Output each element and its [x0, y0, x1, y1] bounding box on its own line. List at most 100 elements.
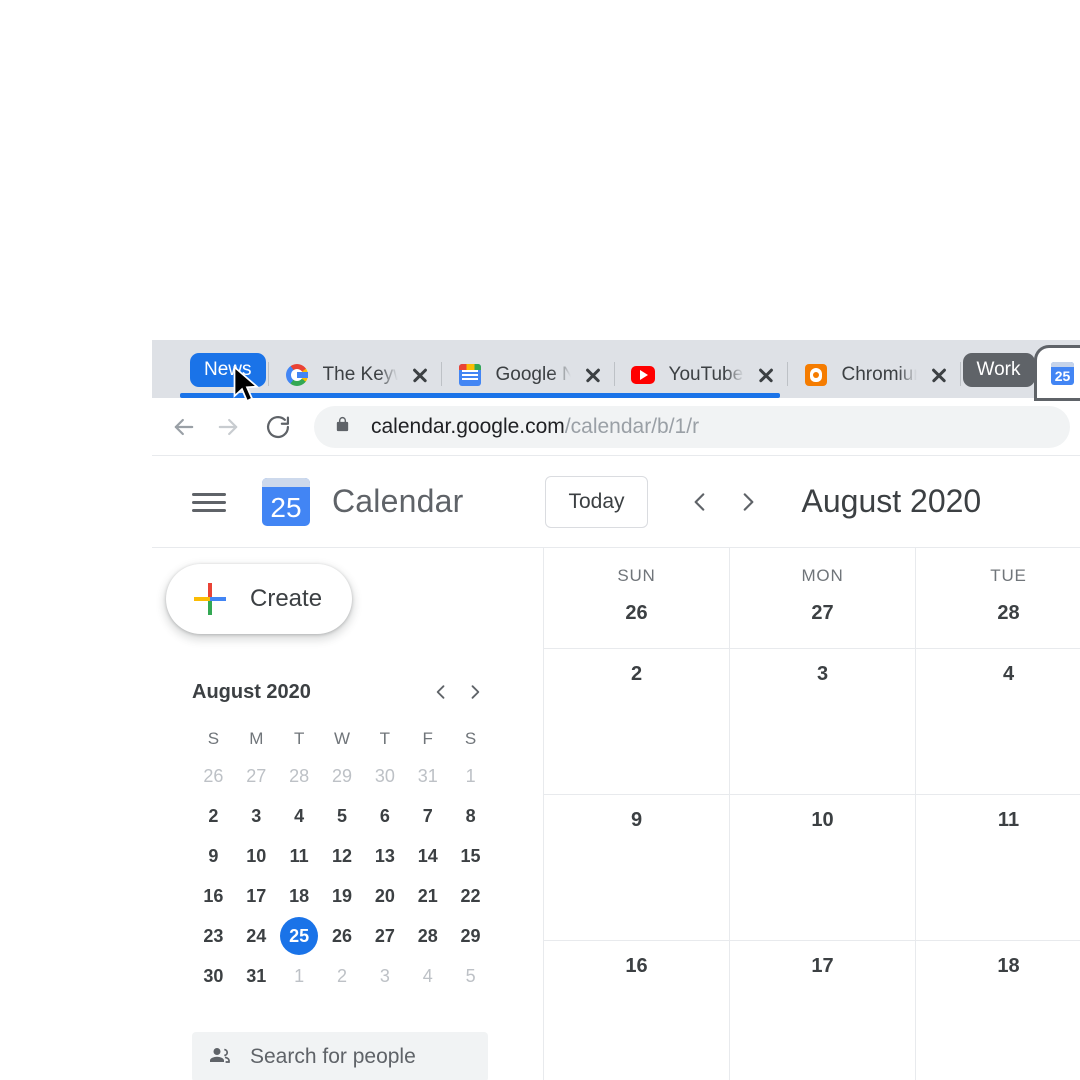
mini-calendar-day[interactable]: 5 — [449, 958, 492, 994]
mini-calendar-day[interactable]: 28 — [406, 918, 449, 954]
search-for-people-input[interactable]: Search for people — [192, 1032, 488, 1080]
google-calendar-logo[interactable]: 25 — [262, 477, 310, 526]
mini-calendar-day[interactable]: 30 — [363, 758, 406, 794]
mini-calendar-day[interactable]: 29 — [449, 918, 492, 954]
mini-calendar-day[interactable]: 23 — [192, 918, 235, 954]
month-grid-day-number[interactable]: 18 — [997, 955, 1019, 1080]
month-grid-dow-label: MON — [801, 566, 844, 585]
mini-calendar-day[interactable]: 2 — [192, 798, 235, 834]
month-grid-day-number[interactable]: 4 — [1003, 663, 1014, 794]
mini-calendar-dow: T — [293, 729, 305, 748]
mini-calendar-day[interactable]: 22 — [449, 878, 492, 914]
mini-next-month-button[interactable] — [458, 675, 492, 709]
mini-calendar-day[interactable]: 14 — [406, 838, 449, 874]
tab-google-news[interactable]: Google News — [444, 352, 612, 398]
month-grid-cell[interactable]: 2 — [544, 648, 729, 794]
month-grid-column: SUN 26 2 9 16 — [544, 548, 730, 1080]
mini-calendar-day[interactable]: 19 — [321, 878, 364, 914]
mini-calendar-day[interactable]: 1 — [449, 758, 492, 794]
month-grid-cell[interactable]: 18 — [916, 940, 1080, 1080]
mini-calendar-day[interactable]: 21 — [406, 878, 449, 914]
tab-separator — [613, 362, 615, 386]
mini-calendar-day[interactable]: 3 — [235, 798, 278, 834]
close-icon[interactable] — [407, 362, 433, 388]
back-arrow-icon[interactable] — [162, 405, 206, 449]
month-grid-cell[interactable]: 4 — [916, 648, 1080, 794]
month-grid-day-number[interactable]: 9 — [631, 809, 642, 940]
create-button-label: Create — [250, 585, 323, 612]
mini-calendar-day[interactable]: 12 — [321, 838, 364, 874]
close-icon[interactable] — [580, 362, 606, 388]
today-button-label: Today — [568, 489, 625, 513]
month-grid-day-number[interactable]: 26 — [625, 602, 647, 625]
mini-calendar-day-selected[interactable]: 25 — [278, 917, 321, 955]
tab-youtube[interactable]: YouTube — [617, 352, 785, 398]
mini-calendar-day[interactable]: 28 — [278, 758, 321, 794]
mini-calendar-day[interactable]: 24 — [235, 918, 278, 954]
mini-calendar-day[interactable]: 27 — [363, 918, 406, 954]
mini-calendar-day[interactable]: 27 — [235, 758, 278, 794]
mini-calendar-day[interactable]: 7 — [406, 798, 449, 834]
mini-calendar-dow: T — [379, 729, 391, 748]
tab-chromium-blog[interactable]: Chromium Blog — [790, 352, 958, 398]
tab-separator — [959, 362, 961, 386]
month-grid-day-number[interactable]: 10 — [811, 809, 833, 940]
month-grid-cell[interactable]: 17 — [730, 940, 915, 1080]
month-grid-cell[interactable]: 10 — [730, 794, 915, 940]
mini-calendar-day[interactable]: 29 — [321, 758, 364, 794]
month-grid-day-number[interactable]: 11 — [998, 809, 1019, 940]
reload-icon[interactable] — [256, 405, 300, 449]
google-news-icon — [458, 363, 482, 387]
mini-prev-month-button[interactable] — [424, 675, 458, 709]
month-grid-cell[interactable]: 16 — [544, 940, 729, 1080]
mini-calendar-day[interactable]: 2 — [321, 958, 364, 994]
create-button[interactable]: Create — [166, 564, 352, 634]
tab-group-work[interactable]: Work — [962, 353, 1035, 387]
mini-calendar-day[interactable]: 18 — [278, 878, 321, 914]
mini-calendar-day[interactable]: 1 — [278, 958, 321, 994]
mini-calendar-day[interactable]: 26 — [321, 918, 364, 954]
mouse-pointer-icon — [232, 365, 262, 411]
month-grid-day-number[interactable]: 17 — [811, 955, 833, 1080]
mini-calendar-day[interactable]: 31 — [406, 758, 449, 794]
month-grid-day-number[interactable]: 16 — [625, 955, 647, 1080]
month-grid-dow-label: SUN — [617, 566, 656, 585]
mini-calendar-day[interactable]: 15 — [449, 838, 492, 874]
address-bar[interactable]: calendar.google.com/calendar/b/1/r — [314, 405, 1070, 448]
mini-calendar-day[interactable]: 4 — [406, 958, 449, 994]
month-grid-cell[interactable]: 9 — [544, 794, 729, 940]
close-icon[interactable] — [926, 362, 952, 388]
forward-arrow-icon[interactable] — [206, 405, 250, 449]
previous-month-button[interactable] — [676, 478, 724, 526]
mini-calendar-day[interactable]: 20 — [363, 878, 406, 914]
mini-calendar-day[interactable]: 11 — [278, 838, 321, 874]
url-path: /calendar/b/1/r — [564, 414, 700, 438]
month-grid-day-number[interactable]: 27 — [811, 602, 833, 625]
month-grid-cell[interactable]: 3 — [730, 648, 915, 794]
page-title: Calendar — [332, 483, 464, 519]
mini-calendar-day[interactable]: 9 — [192, 838, 235, 874]
mini-calendar-day[interactable]: 31 — [235, 958, 278, 994]
hamburger-menu-icon[interactable] — [190, 483, 228, 521]
month-grid-cell[interactable]: 11 — [916, 794, 1080, 940]
mini-calendar-day[interactable]: 5 — [321, 798, 364, 834]
mini-calendar-day[interactable]: 4 — [278, 798, 321, 834]
close-icon[interactable] — [753, 362, 779, 388]
mini-calendar-day[interactable]: 8 — [449, 798, 492, 834]
mini-calendar-day[interactable]: 30 — [192, 958, 235, 994]
next-month-button[interactable] — [724, 478, 772, 526]
mini-calendar-day[interactable]: 10 — [235, 838, 278, 874]
tab-google-calendar[interactable]: 25 Google Calendar — [1036, 348, 1080, 398]
mini-calendar-day[interactable]: 6 — [363, 798, 406, 834]
mini-calendar-day[interactable]: 13 — [363, 838, 406, 874]
month-grid-day-number[interactable]: 28 — [997, 602, 1019, 625]
month-grid-day-number[interactable]: 2 — [631, 663, 642, 794]
mini-calendar-dow: S — [207, 729, 220, 748]
mini-calendar-day[interactable]: 17 — [235, 878, 278, 914]
mini-calendar-day[interactable]: 3 — [363, 958, 406, 994]
mini-calendar-day[interactable]: 26 — [192, 758, 235, 794]
mini-calendar-day[interactable]: 16 — [192, 878, 235, 914]
tab-the-keyword[interactable]: The Keyword — [271, 352, 439, 398]
month-grid-day-number[interactable]: 3 — [817, 663, 828, 794]
today-button[interactable]: Today — [545, 475, 648, 528]
